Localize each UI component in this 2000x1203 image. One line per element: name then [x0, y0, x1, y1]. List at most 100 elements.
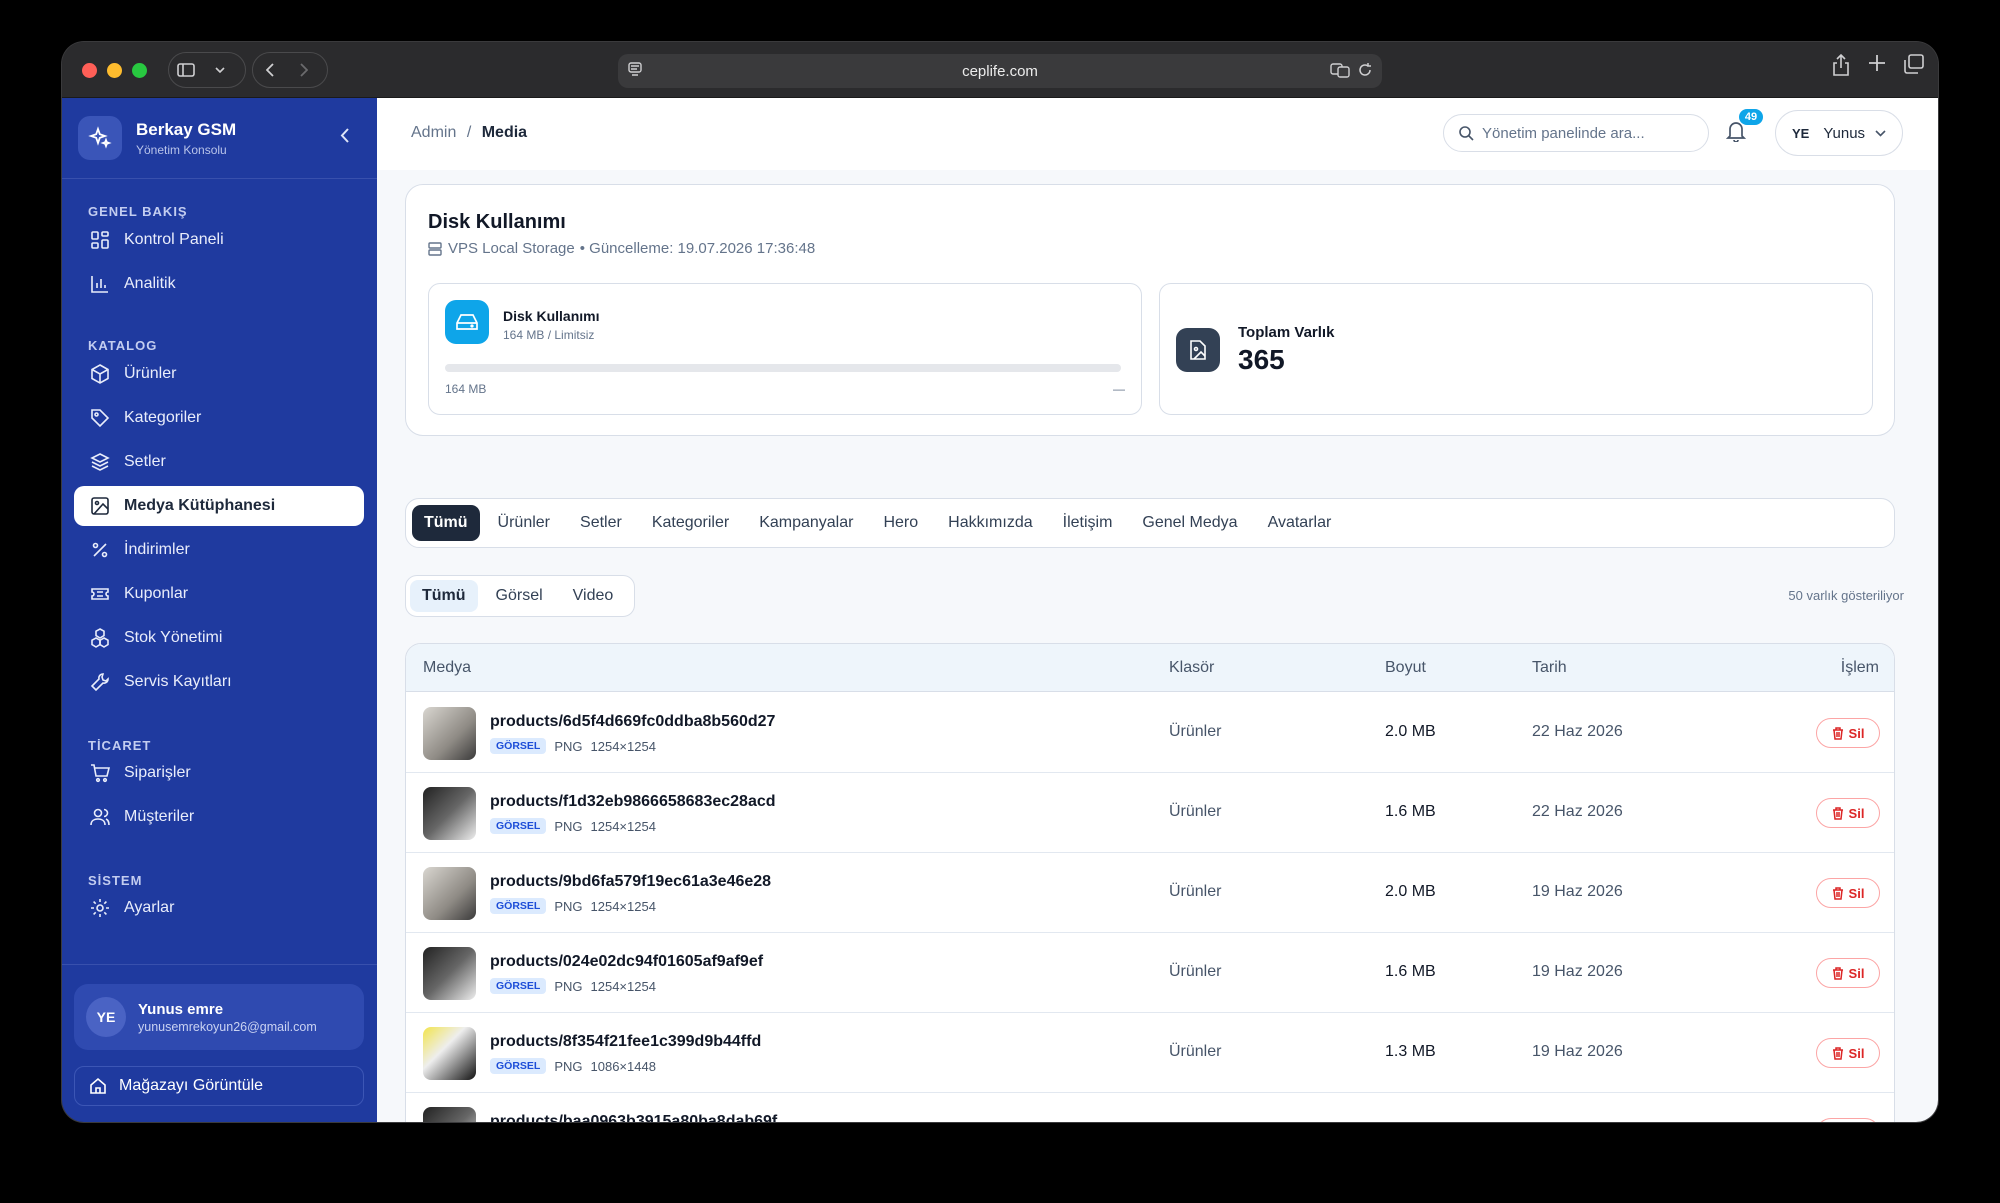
sidebar-item-settings[interactable]: Ayarlar [74, 888, 364, 928]
media-dimensions: 1254×1254 [590, 978, 656, 994]
media-size: 1.3 MB [1385, 1043, 1436, 1060]
sidebar-item-dashboard[interactable]: Kontrol Paneli [74, 220, 364, 260]
tab-overview-icon[interactable] [1904, 54, 1924, 81]
trash-icon [1832, 966, 1843, 980]
tab-folder[interactable]: Hakkımızda [936, 505, 1044, 541]
sidebar-item-coupons[interactable]: Kuponlar [74, 574, 364, 614]
reload-icon[interactable] [1358, 62, 1372, 82]
breadcrumb-admin[interactable]: Admin [411, 124, 456, 141]
table-row[interactable]: products/f1d32eb9866658683ec28acd GÖRSEL P… [406, 773, 1894, 853]
media-thumbnail[interactable] [423, 1027, 476, 1080]
delete-button[interactable]: Sil [1816, 1118, 1880, 1122]
tab-folder[interactable]: Kampanyalar [747, 505, 865, 541]
sidebar-item-label: Ayarlar [124, 899, 175, 916]
tab-folder[interactable]: Setler [568, 505, 634, 541]
table-row[interactable]: products/6d5f4d669fc0ddba8b560d27 GÖRSEL P… [406, 693, 1894, 773]
tab-folder[interactable]: Tümü [412, 505, 480, 541]
disk-limit-label: — [1113, 382, 1125, 396]
delete-label: Sil [1848, 965, 1865, 981]
delete-button[interactable]: Sil [1816, 718, 1880, 748]
sidebar-item-label: Kuponlar [124, 585, 189, 602]
media-filename[interactable]: products/baa0963b3915a80ba8dab69f [490, 1113, 777, 1122]
view-store-button[interactable]: Mağazayı Görüntüle [74, 1066, 364, 1106]
share-icon[interactable] [1832, 53, 1850, 81]
tab-type[interactable]: Video [561, 580, 626, 612]
sidebar-item-label: Analitik [124, 275, 176, 292]
showing-count: 50 varlık gösteriliyor [1788, 588, 1904, 603]
delete-button[interactable]: Sil [1816, 878, 1880, 908]
delete-button[interactable]: Sil [1816, 958, 1880, 988]
media-meta: GÖRSEL PNG 1086×1448 [490, 1058, 656, 1074]
media-type-badge: GÖRSEL [490, 978, 547, 994]
sidebar-toggle-icon[interactable] [169, 53, 203, 87]
tab-folder[interactable]: Hero [871, 505, 930, 541]
user-email: yunusemrekoyun26@gmail.com [138, 1019, 317, 1034]
chevron-down-icon [1875, 129, 1886, 137]
media-thumbnail[interactable] [423, 1107, 476, 1122]
media-filename[interactable]: products/6d5f4d669fc0ddba8b560d27 [490, 713, 775, 731]
sidebar-item-service[interactable]: Servis Kayıtları [74, 662, 364, 702]
table-row[interactable]: products/024e02dc94f01605af9af9ef GÖRSEL P… [406, 933, 1894, 1013]
collapse-sidebar-icon[interactable] [340, 128, 349, 148]
table-row[interactable]: products/baa0963b3915a80ba8dab69fGÖRSELP… [406, 1093, 1894, 1122]
media-thumbnail[interactable] [423, 787, 476, 840]
tab-type[interactable]: Görsel [484, 580, 555, 612]
sidebar-item-customers[interactable]: Müşteriler [74, 797, 364, 837]
top-header: Admin / Media Yönetim panelinde ara... 4… [377, 98, 1938, 170]
user-initials: YE [1792, 125, 1810, 141]
tab-folder[interactable]: İletişim [1051, 505, 1125, 541]
new-tab-icon[interactable] [1868, 54, 1886, 81]
media-filename[interactable]: products/8f354f21fee1c399d9b44ffd [490, 1033, 761, 1051]
address-bar[interactable]: ceplife.com [618, 54, 1382, 88]
search-icon [1459, 126, 1474, 141]
media-filename[interactable]: products/f1d32eb9866658683ec28acd [490, 793, 776, 811]
reader-icon[interactable] [628, 62, 642, 82]
forward-icon[interactable] [287, 53, 321, 87]
media-format: PNG [554, 898, 583, 914]
chevron-down-icon[interactable] [203, 53, 237, 87]
sidebar-item-categories[interactable]: Kategoriler [74, 398, 364, 438]
maximize-window-button[interactable] [132, 63, 147, 78]
sidebar-item-media[interactable]: Medya Kütüphanesi [74, 486, 364, 526]
table-row[interactable]: products/8f354f21fee1c399d9b44ffd GÖRSEL P… [406, 1013, 1894, 1093]
table-row[interactable]: products/9bd6fa579f19ec61a3e46e28 GÖRSEL P… [406, 853, 1894, 933]
media-thumbnail[interactable] [423, 707, 476, 760]
sidebar-user-card[interactable]: YE Yunus emre yunusemrekoyun26@gmail.com [74, 984, 364, 1050]
sidebar-item-stock[interactable]: Stok Yönetimi [74, 618, 364, 658]
media-thumbnail[interactable] [423, 947, 476, 1000]
tab-folder[interactable]: Avatarlar [1256, 505, 1344, 541]
tab-type[interactable]: Tümü [410, 580, 478, 612]
column-folder: Klasör [1169, 659, 1215, 676]
user-menu-name: Yunus [1823, 124, 1866, 142]
percent-icon [92, 542, 108, 558]
close-window-button[interactable] [82, 63, 97, 78]
delete-button[interactable]: Sil [1816, 798, 1880, 828]
sidebar-item-sets[interactable]: Setler [74, 442, 364, 482]
sidebar-item-orders[interactable]: Siparişler [74, 753, 364, 793]
tab-folder[interactable]: Genel Medya [1130, 505, 1249, 541]
media-type-badge: GÖRSEL [490, 818, 547, 834]
back-icon[interactable] [253, 53, 287, 87]
media-filename[interactable]: products/024e02dc94f01605af9af9ef [490, 953, 763, 971]
minimize-window-button[interactable] [107, 63, 122, 78]
sidebar-item-analytics[interactable]: Analitik [74, 264, 364, 304]
column-date: Tarih [1532, 659, 1567, 676]
media-date: 19 Haz 2026 [1532, 883, 1623, 900]
tab-folder[interactable]: Ürünler [486, 505, 562, 541]
sidebar-item-discounts[interactable]: İndirimler [74, 530, 364, 570]
brand-name: Berkay GSM [136, 119, 237, 139]
media-folder: Ürünler [1169, 803, 1222, 820]
media-folder: Ürünler [1169, 723, 1222, 740]
search-input[interactable]: Yönetim panelinde ara... [1443, 114, 1709, 152]
media-thumbnail[interactable] [423, 867, 476, 920]
media-filename[interactable]: products/9bd6fa579f19ec61a3e46e28 [490, 873, 771, 891]
sidebar-item-products[interactable]: Ürünler [74, 354, 364, 394]
translate-icon[interactable] [1330, 62, 1350, 82]
tab-folder[interactable]: Kategoriler [640, 505, 741, 541]
cart-icon [91, 764, 110, 783]
user-menu-button[interactable]: YE Yunus [1775, 110, 1903, 156]
delete-button[interactable]: Sil [1816, 1038, 1880, 1068]
users-icon [90, 808, 110, 826]
media-type-badge: GÖRSEL [490, 1058, 547, 1074]
brand[interactable]: Berkay GSM Yönetim Konsolu [78, 114, 236, 162]
